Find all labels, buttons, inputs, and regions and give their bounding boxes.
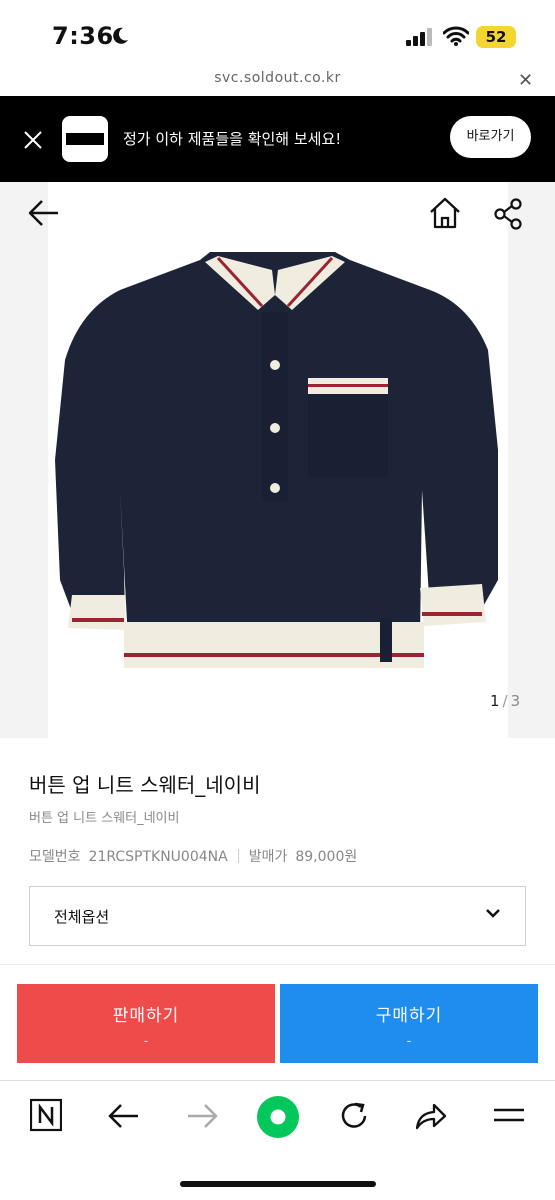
share-icon[interactable] [494, 198, 524, 230]
back-arrow-icon[interactable] [28, 198, 60, 228]
option-selected-value: 전체옵션 [54, 908, 110, 926]
wifi-icon [443, 26, 469, 46]
model-value: 21RCSPTKNU004NA [88, 849, 228, 865]
buy-price: - [406, 1034, 412, 1049]
cellular-signal-icon [406, 28, 432, 46]
battery-indicator: 52 [476, 26, 516, 48]
total-pages: 3 [510, 692, 521, 710]
home-indicator [180, 1181, 376, 1187]
sell-price: - [143, 1034, 149, 1049]
naver-n-icon[interactable] [30, 1096, 62, 1136]
reload-icon[interactable] [338, 1096, 370, 1136]
moon-icon [113, 27, 128, 44]
menu-icon[interactable] [492, 1096, 526, 1136]
chevron-down-icon [486, 909, 500, 918]
section-divider [0, 964, 555, 965]
app-install-banner: 정가 이하 제품들을 확인해 보세요! 바로가기 [0, 96, 555, 182]
gallery-page-indicator: 1/3 [490, 692, 521, 710]
product-image [55, 252, 498, 668]
banner-message: 정가 이하 제품들을 확인해 보세요! [123, 130, 342, 148]
current-page: 1 [490, 692, 500, 710]
app-logo [62, 116, 108, 162]
url-text[interactable]: svc.soldout.co.kr [0, 70, 555, 86]
price-value: 89,000원 [295, 849, 358, 865]
go-now-button[interactable]: 바로가기 [450, 116, 531, 158]
model-label: 모델번호 [29, 849, 81, 865]
buy-label: 구매하기 [375, 1006, 443, 1026]
product-title: 버튼 업 니트 스웨터_네이비 [29, 773, 261, 797]
buy-button[interactable]: 구매하기 - [280, 984, 538, 1063]
home-icon[interactable] [428, 196, 462, 230]
status-time: 7:36 [52, 22, 114, 50]
toolbar-divider [0, 1080, 555, 1081]
close-icon[interactable]: ✕ [518, 70, 533, 91]
back-arrow-icon[interactable] [108, 1096, 140, 1136]
share-arrow-icon[interactable] [414, 1096, 448, 1136]
forward-arrow-icon [188, 1104, 218, 1128]
product-meta: 모델번호 21RCSPTKNU004NA 발매가 89,000원 [29, 846, 357, 866]
sell-button[interactable]: 판매하기 - [17, 984, 275, 1063]
green-dot-icon[interactable] [256, 1095, 300, 1139]
banner-close-icon[interactable] [24, 131, 42, 149]
url-bar[interactable]: svc.soldout.co.kr ✕ [0, 68, 555, 96]
sell-label: 판매하기 [112, 1006, 180, 1026]
product-subtitle: 버튼 업 니트 스웨터_네이비 [29, 811, 180, 826]
option-select[interactable]: 전체옵션 [29, 886, 526, 946]
price-label: 발매가 [248, 849, 288, 865]
status-bar: 7:36 52 [0, 0, 555, 68]
